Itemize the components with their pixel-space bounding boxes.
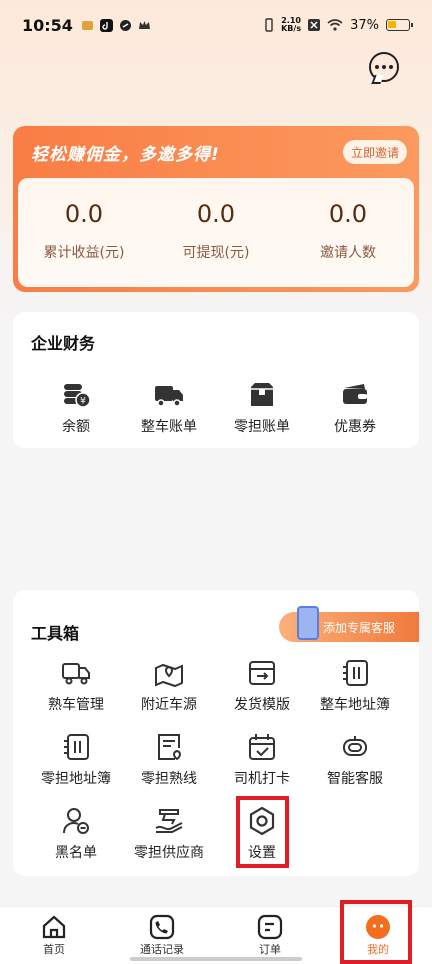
stat-invited-count[interactable]: 0.0 邀请人数 [282,178,414,287]
invite-now-button[interactable]: 立即邀请 [342,140,407,164]
order-icon [257,914,283,940]
finance-item-ltl-bill[interactable]: 零担账单 [212,378,312,436]
tool-ftl-address-book[interactable]: 整车地址簿 [305,656,405,714]
stat-label: 可提现(元) [182,245,250,261]
invite-card: 轻松赚佣金，多邀多得! 立即邀请 0.0 累计收益(元) 0.0 可提现(元) … [13,126,419,292]
nav-call-log[interactable]: 通话记录 [108,907,216,964]
wifi-icon [327,19,343,31]
home-icon [42,915,66,939]
tool-label: 发货模版 [234,697,290,713]
box-icon [251,383,273,406]
bottom-nav: 首页 通话记录 订单 我的 [0,906,432,964]
coupon-icon [343,384,367,404]
message-button[interactable] [369,52,399,82]
stat-total-earnings[interactable]: 0.0 累计收益(元) [18,178,150,287]
home-indicator [130,957,302,961]
truck-icon [155,386,183,407]
link-icon [119,19,131,31]
finance-item-label: 零担账单 [234,419,290,435]
vibrate-icon [265,18,273,32]
stat-value: 0.0 [196,200,236,228]
tool-label: 黑名单 [55,845,97,861]
finance-title: 企业财务 [31,334,96,353]
tool-label: 司机打卡 [234,771,290,787]
nav-label: 通话记录 [140,943,184,956]
stat-value: 0.0 [328,200,368,228]
invite-title: 轻松赚佣金，多邀多得! [31,145,220,165]
toolbox-card: 工具箱 添加专属客服 熟车管理 附近车源 发货模版 整车地址簿 零担地址簿 零担… [13,590,419,876]
supplier-icon [155,809,183,833]
tool-label: 熟车管理 [48,697,104,713]
finance-item-label: 优惠券 [334,419,376,435]
coins-icon: ¥ [64,384,91,408]
tool-label: 设置 [248,845,276,861]
net-speed: 2.10 KB/s [281,17,301,33]
nav-profile[interactable]: 我的 [324,907,432,964]
battery-percent: 37% [350,17,379,33]
tool-driver-checkin[interactable]: 司机打卡 [212,730,312,788]
robot-icon [343,736,367,756]
chat-dot [382,65,386,69]
finance-item-label: 余额 [62,419,90,435]
tool-nearby-vehicles[interactable]: 附近车源 [119,656,219,714]
tool-label: 智能客服 [327,771,383,787]
status-bar: 10:54 2.10 KB/s 37% [0,0,432,50]
tool-familiar-trucks[interactable]: 熟车管理 [26,656,126,714]
svg-text:¥: ¥ [80,397,86,407]
nav-label: 我的 [367,943,389,956]
invite-stats: 0.0 累计收益(元) 0.0 可提现(元) 0.0 邀请人数 [18,178,414,287]
nav-orders[interactable]: 订单 [216,907,324,964]
address-book-icon [64,734,89,760]
tool-label: 零担地址簿 [41,771,111,787]
status-right-group: 2.10 KB/s 37% [264,17,413,33]
tiktok-icon [99,18,113,32]
nav-home[interactable]: 首页 [0,907,108,964]
nav-label: 订单 [259,943,281,956]
add-service-banner[interactable]: 添加专属客服 [279,606,419,642]
tool-ltl-address-book[interactable]: 零担地址簿 [26,730,126,788]
chat-dot [389,65,393,69]
nav-label: 首页 [43,943,65,956]
route-doc-icon [158,734,181,761]
phone-illustration-icon [297,606,319,640]
tool-ltl-routes[interactable]: 零担熟线 [119,730,219,788]
sim-x-icon [308,19,321,31]
tool-ltl-supplier[interactable]: 零担供应商 [119,804,219,862]
finance-card: 企业财务 ¥ 余额 整车账单 零担账单 优惠券 [13,312,419,448]
address-book-icon [343,660,368,686]
calendar-check-icon [249,734,275,760]
tool-label: 整车地址簿 [320,697,390,713]
chat-dot [375,65,379,69]
tool-blacklist[interactable]: 黑名单 [26,804,126,862]
app-notification-icon [81,20,93,30]
tool-shipping-template[interactable]: 发货模版 [212,656,312,714]
status-notification-icons [81,18,151,32]
tool-smart-service[interactable]: 智能客服 [305,730,405,788]
tool-label: 附近车源 [141,697,197,713]
finance-item-coupon[interactable]: 优惠券 [305,378,405,436]
user-minus-icon [63,808,89,834]
toolbox-title: 工具箱 [31,624,80,643]
finance-item-truck-bill[interactable]: 整车账单 [119,378,219,436]
tool-label: 零担熟线 [141,771,197,787]
finance-item-label: 整车账单 [141,419,197,435]
profile-face-icon [366,915,390,939]
status-time: 10:54 [22,15,73,35]
service-banner-label: 添加专属客服 [323,620,396,635]
stat-label: 邀请人数 [320,245,376,261]
finance-item-balance[interactable]: ¥ 余额 [26,378,126,436]
stat-label: 累计收益(元) [43,245,125,261]
net-speed-unit: KB/s [281,24,302,33]
map-pin-icon [155,663,183,688]
truck-outline-icon [62,663,90,685]
template-icon [249,661,275,685]
settings-hex-icon [249,806,275,836]
stat-value: 0.0 [64,200,104,228]
phone-icon [149,914,175,940]
tool-settings[interactable]: 设置 [212,804,312,862]
battery-icon [386,19,413,31]
tool-label: 零担供应商 [134,845,204,861]
stat-withdrawable[interactable]: 0.0 可提现(元) [150,178,282,287]
crown-icon [138,20,150,29]
